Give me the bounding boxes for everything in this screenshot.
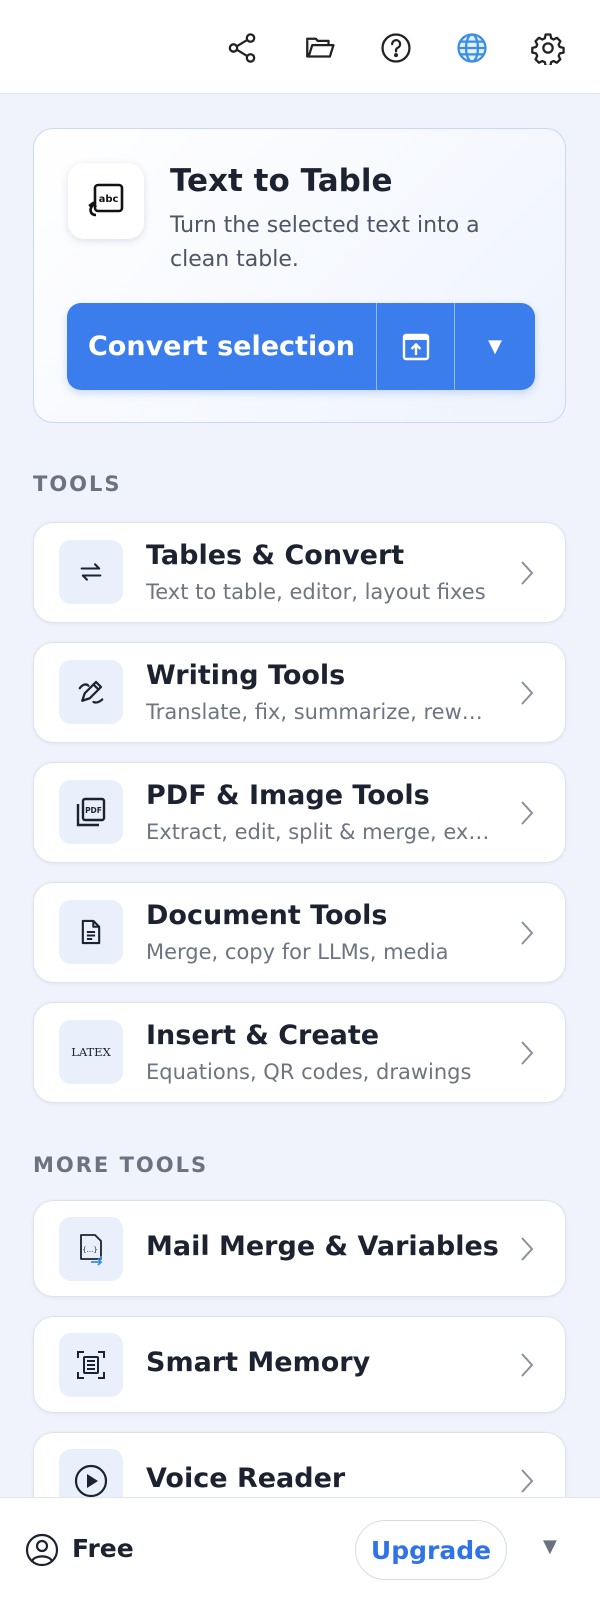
tool-card-writing-tools[interactable]: Writing Tools Translate, fix, summarize,… bbox=[33, 642, 566, 743]
svg-text:LATEX: LATEX bbox=[71, 1045, 111, 1059]
convert-button-group: Convert selection ▼ bbox=[67, 303, 535, 390]
user-circle-icon bbox=[25, 1533, 59, 1567]
chevron-right-icon bbox=[521, 561, 534, 585]
card-subtitle: Text to table, editor, layout fixes bbox=[146, 580, 486, 604]
card-subtitle: Extract, edit, split & merge, exp… bbox=[146, 820, 491, 844]
convert-dropdown-button[interactable]: ▼ bbox=[455, 303, 535, 390]
swap-arrows-icon bbox=[59, 540, 123, 604]
memory-icon bbox=[59, 1333, 123, 1397]
tools-section-label: TOOLS bbox=[33, 472, 122, 496]
export-icon bbox=[402, 333, 429, 360]
tool-card-mail-merge[interactable]: {...} Mail Merge & Variables bbox=[33, 1200, 566, 1297]
more-tools-section-label: MORE TOOLS bbox=[33, 1153, 209, 1177]
card-title: Smart Memory bbox=[146, 1347, 371, 1378]
card-title: Insert & Create bbox=[146, 1020, 380, 1051]
text-to-table-card: abc Text to Table Turn the selected text… bbox=[33, 128, 566, 423]
plan-label: Free bbox=[72, 1534, 134, 1563]
document-icon bbox=[59, 900, 123, 964]
top-toolbar bbox=[0, 0, 600, 94]
card-title: Mail Merge & Variables bbox=[146, 1231, 499, 1262]
tool-card-tables-convert[interactable]: Tables & Convert Text to table, editor, … bbox=[33, 522, 566, 623]
card-subtitle: Equations, QR codes, drawings bbox=[146, 1060, 472, 1084]
footer-bar: Free Upgrade ▼ bbox=[0, 1497, 600, 1600]
export-button[interactable] bbox=[377, 303, 455, 390]
mail-merge-icon: {...} bbox=[59, 1217, 123, 1281]
pdf-icon: PDF bbox=[59, 780, 123, 844]
chevron-down-icon[interactable]: ▼ bbox=[543, 1536, 557, 1557]
card-title: Voice Reader bbox=[146, 1463, 346, 1494]
latex-icon: LATEX bbox=[59, 1020, 123, 1084]
svg-text:{...}: {...} bbox=[82, 1246, 98, 1254]
settings-icon[interactable] bbox=[528, 28, 568, 68]
card-subtitle: Merge, copy for LLMs, media bbox=[146, 940, 449, 964]
card-title: Tables & Convert bbox=[146, 540, 405, 571]
svg-text:PDF: PDF bbox=[85, 806, 102, 815]
hero-description: Turn the selected text into a clean tabl… bbox=[170, 213, 480, 272]
chevron-right-icon bbox=[521, 1237, 534, 1261]
pen-icon bbox=[59, 660, 123, 724]
share-icon[interactable] bbox=[222, 28, 262, 68]
chevron-right-icon bbox=[521, 801, 534, 825]
chevron-right-icon bbox=[521, 1041, 534, 1065]
card-title: Writing Tools bbox=[146, 660, 346, 691]
upgrade-button[interactable]: Upgrade bbox=[355, 1520, 507, 1580]
card-subtitle: Translate, fix, summarize, rewrite bbox=[146, 700, 491, 724]
help-icon[interactable] bbox=[376, 28, 416, 68]
svg-text:abc: abc bbox=[99, 194, 119, 205]
convert-selection-button[interactable]: Convert selection bbox=[67, 303, 377, 390]
folder-icon[interactable] bbox=[300, 28, 340, 68]
text-to-table-icon: abc bbox=[68, 163, 144, 239]
chevron-right-icon bbox=[521, 681, 534, 705]
chevron-right-icon bbox=[521, 1469, 534, 1493]
tool-card-smart-memory[interactable]: Smart Memory bbox=[33, 1316, 566, 1413]
card-title: PDF & Image Tools bbox=[146, 780, 430, 811]
chevron-right-icon bbox=[521, 1353, 534, 1377]
chevron-right-icon bbox=[521, 921, 534, 945]
tool-card-insert-create[interactable]: LATEX Insert & Create Equations, QR code… bbox=[33, 1002, 566, 1103]
card-title: Document Tools bbox=[146, 900, 388, 931]
globe-icon[interactable] bbox=[452, 28, 492, 68]
hero-title: Text to Table bbox=[170, 163, 393, 199]
tool-card-document-tools[interactable]: Document Tools Merge, copy for LLMs, med… bbox=[33, 882, 566, 983]
tool-card-pdf-image-tools[interactable]: PDF PDF & Image Tools Extract, edit, spl… bbox=[33, 762, 566, 863]
